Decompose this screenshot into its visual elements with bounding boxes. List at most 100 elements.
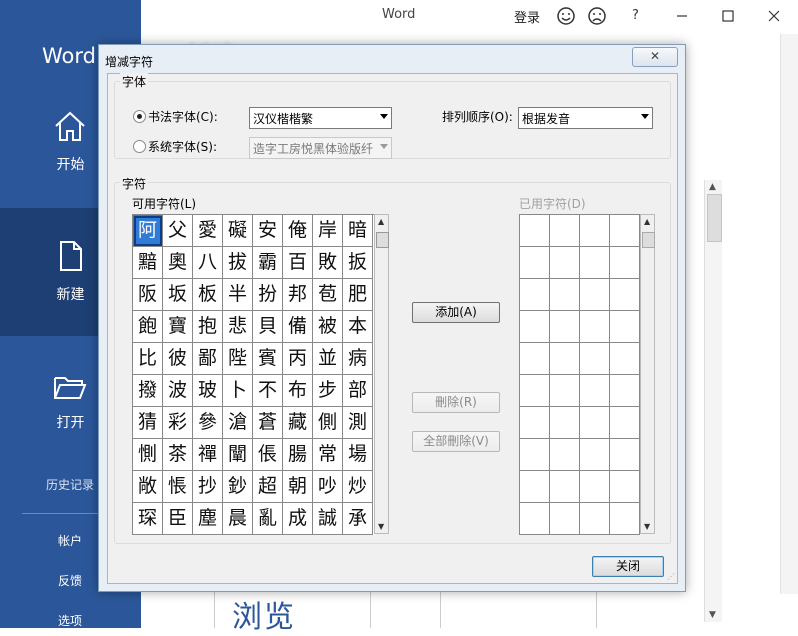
available-char-cell[interactable]: 阪 (133, 279, 163, 311)
available-char-cell[interactable]: 波 (163, 375, 193, 407)
system-font-radio[interactable] (133, 140, 146, 153)
maximize-icon[interactable] (716, 4, 740, 28)
available-char-cell[interactable]: 並 (313, 343, 343, 375)
available-char-cell[interactable]: 扳 (343, 247, 373, 279)
nav-feedback[interactable]: 反馈 (58, 572, 82, 589)
available-char-cell[interactable]: 步 (313, 375, 343, 407)
used-char-cell[interactable] (610, 247, 640, 279)
used-char-cell[interactable] (610, 343, 640, 375)
available-char-cell[interactable]: 茶 (163, 439, 193, 471)
available-char-cell[interactable]: 猜 (133, 407, 163, 439)
scroll-thumb[interactable] (707, 194, 722, 242)
close-button[interactable]: 关闭 (592, 556, 664, 577)
available-char-cell[interactable]: 俺 (283, 215, 313, 247)
calligraphy-font-select[interactable]: 汉仪楷楷繁 (249, 107, 392, 129)
available-char-cell[interactable]: 側 (313, 407, 343, 439)
scroll-down-icon[interactable]: ▼ (709, 610, 716, 620)
used-char-cell[interactable] (520, 279, 550, 311)
available-char-cell[interactable]: 彼 (163, 343, 193, 375)
available-char-cell[interactable]: 邦 (283, 279, 313, 311)
add-button[interactable]: 添加(A) (412, 302, 500, 323)
scroll-down-icon[interactable]: ▼ (644, 522, 650, 531)
used-char-cell[interactable] (580, 311, 610, 343)
system-font-select[interactable]: 造字工房悦黑体验版纤 (249, 137, 392, 159)
available-char-cell[interactable]: 炒 (343, 471, 373, 503)
available-char-cell[interactable]: 悲 (223, 311, 253, 343)
used-char-cell[interactable] (580, 343, 610, 375)
used-char-cell[interactable] (610, 439, 640, 471)
scroll-up-icon[interactable]: ▲ (378, 217, 384, 226)
dialog-close-icon[interactable]: ✕ (632, 47, 678, 67)
resize-grip-icon[interactable]: ⋰ (667, 572, 675, 581)
used-char-cell[interactable] (580, 439, 610, 471)
used-char-cell[interactable] (550, 407, 580, 439)
available-char-cell[interactable]: 倀 (253, 439, 283, 471)
available-char-cell[interactable]: 肥 (343, 279, 373, 311)
available-char-cell[interactable]: 八 (193, 247, 223, 279)
available-char-cell[interactable]: 坂 (163, 279, 193, 311)
available-char-cell[interactable]: 晨 (223, 503, 253, 535)
available-char-cell[interactable]: 賓 (253, 343, 283, 375)
used-char-cell[interactable] (550, 279, 580, 311)
available-char-cell[interactable]: 寶 (163, 311, 193, 343)
available-char-cell[interactable]: 愛 (193, 215, 223, 247)
used-char-cell[interactable] (520, 247, 550, 279)
available-char-cell[interactable]: 拔 (223, 247, 253, 279)
used-char-cell[interactable] (610, 503, 640, 535)
calligraphy-font-radio[interactable] (133, 110, 146, 123)
available-char-cell[interactable]: 承 (343, 503, 373, 535)
available-characters-grid[interactable]: 阿父愛礙安俺岸暗黯奧八拔霸百敗扳阪坂板半扮邦苞肥飽寶抱悲貝備被本比彼鄙陛賓丙並病… (132, 214, 375, 535)
available-char-cell[interactable]: 飽 (133, 311, 163, 343)
available-char-cell[interactable]: 鈔 (223, 471, 253, 503)
available-char-cell[interactable]: 暗 (343, 215, 373, 247)
scroll-thumb[interactable] (376, 232, 389, 248)
used-char-cell[interactable] (610, 471, 640, 503)
used-char-cell[interactable] (550, 343, 580, 375)
frown-icon[interactable] (585, 4, 609, 28)
available-char-cell[interactable]: 板 (193, 279, 223, 311)
available-char-cell[interactable]: 惻 (133, 439, 163, 471)
available-char-cell[interactable]: 父 (163, 215, 193, 247)
available-char-cell[interactable]: 彩 (163, 407, 193, 439)
available-char-cell[interactable]: 場 (343, 439, 373, 471)
used-char-cell[interactable] (610, 215, 640, 247)
scroll-thumb[interactable] (642, 232, 655, 248)
used-char-cell[interactable] (520, 439, 550, 471)
delete-button[interactable]: 刪除(R) (412, 392, 500, 413)
available-char-cell[interactable]: 藏 (283, 407, 313, 439)
available-char-cell[interactable]: 成 (283, 503, 313, 535)
available-char-cell[interactable]: 闡 (223, 439, 253, 471)
available-char-cell[interactable]: 參 (193, 407, 223, 439)
available-char-cell[interactable]: 超 (253, 471, 283, 503)
available-char-cell[interactable]: 臣 (163, 503, 193, 535)
available-char-cell[interactable]: 測 (343, 407, 373, 439)
available-char-cell[interactable]: 亂 (253, 503, 283, 535)
login-link[interactable]: 登录 (514, 7, 540, 26)
available-char-cell[interactable]: 病 (343, 343, 373, 375)
used-char-cell[interactable] (610, 311, 640, 343)
available-char-cell[interactable]: 阿 (133, 215, 163, 247)
available-char-cell[interactable]: 霸 (253, 247, 283, 279)
used-char-cell[interactable] (520, 503, 550, 535)
available-char-cell[interactable]: 玻 (193, 375, 223, 407)
available-char-cell[interactable]: 安 (253, 215, 283, 247)
available-char-cell[interactable]: 鄙 (193, 343, 223, 375)
used-char-cell[interactable] (550, 375, 580, 407)
used-characters-grid[interactable] (519, 214, 641, 535)
available-char-cell[interactable]: 蒼 (253, 407, 283, 439)
available-char-cell[interactable]: 敗 (313, 247, 343, 279)
used-char-cell[interactable] (580, 375, 610, 407)
sort-order-select[interactable]: 根据发音 (518, 107, 653, 129)
used-char-cell[interactable] (520, 215, 550, 247)
used-char-cell[interactable] (610, 375, 640, 407)
window-close-icon[interactable] (762, 4, 786, 28)
available-char-cell[interactable]: 朝 (283, 471, 313, 503)
used-char-cell[interactable] (520, 471, 550, 503)
nav-options[interactable]: 选项 (58, 612, 82, 629)
available-char-cell[interactable]: 抱 (193, 311, 223, 343)
available-char-cell[interactable]: 不 (253, 375, 283, 407)
available-char-cell[interactable]: 丙 (283, 343, 313, 375)
available-char-cell[interactable]: 岸 (313, 215, 343, 247)
used-char-cell[interactable] (580, 503, 610, 535)
browse-label[interactable]: 浏览 (232, 592, 296, 636)
